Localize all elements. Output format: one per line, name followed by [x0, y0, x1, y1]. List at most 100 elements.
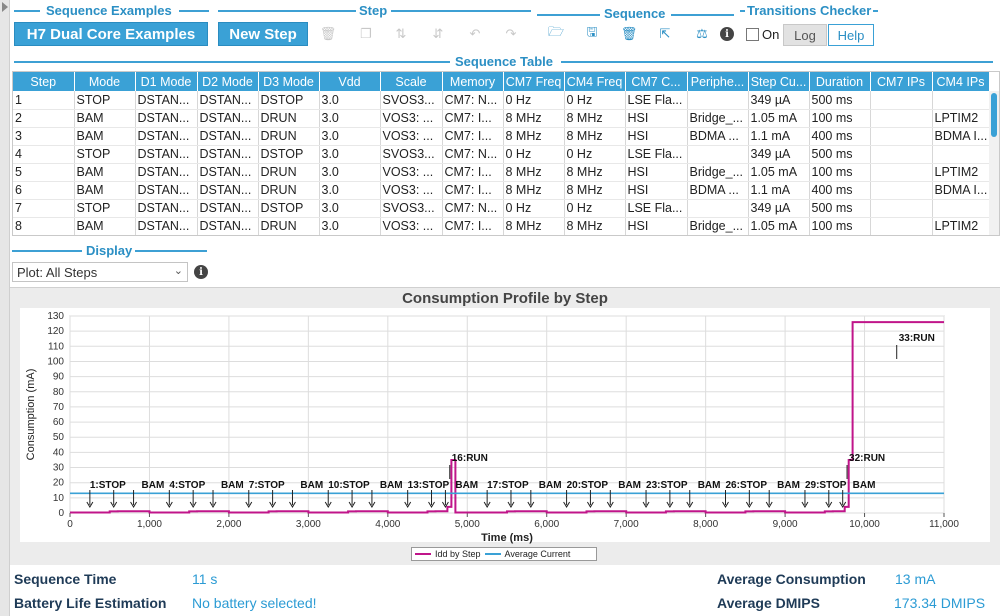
table-cell: CM7: I...: [442, 181, 504, 200]
table-row[interactable]: 2 BAM DSTAN... DSTAN... DRUN 3.0 VOS3: ... CM7:…: [13, 109, 990, 128]
info-icon[interactable]: i: [720, 27, 734, 41]
table-cell: 8 MHz: [503, 127, 565, 146]
table-row[interactable]: 3 BAM DSTAN... DSTAN... DRUN 3.0 VOS3: ... CM7:…: [13, 127, 990, 146]
table-cell: SVOS3...: [380, 199, 443, 218]
group-line: [12, 250, 82, 252]
table-cell: HSI: [625, 217, 688, 235]
transitions-checker-checkbox[interactable]: [746, 28, 759, 41]
legend-label-idd: Idd by Step: [435, 549, 481, 559]
scrollbar-thumb[interactable]: [991, 93, 997, 137]
collapse-gutter[interactable]: [0, 0, 10, 616]
table-row[interactable]: 1 STOP DSTAN... DSTAN... DSTOP 3.0 SVOS3... CM7…: [13, 91, 990, 110]
table-cell: DRUN: [258, 109, 320, 128]
group-line: [740, 10, 745, 12]
legend-swatch-idd: [415, 553, 431, 555]
table-cell: STOP: [74, 91, 136, 110]
table-cell: BDMA ...: [687, 127, 749, 146]
table-row[interactable]: 7 STOP DSTAN... DSTAN... DSTOP 3.0 SVOS3... CM7…: [13, 199, 990, 218]
table-vertical-scrollbar[interactable]: [989, 91, 999, 235]
column-header[interactable]: CM7 C...: [625, 72, 688, 91]
table-cell: BAM: [74, 163, 136, 182]
table-row[interactable]: 4 STOP DSTAN... DSTAN... DSTOP 3.0 SVOS3... CM7…: [13, 145, 990, 164]
table-row[interactable]: 6 BAM DSTAN... DSTAN... DRUN 3.0 VOS3: ... CM7:…: [13, 181, 990, 200]
table-cell: 0 Hz: [503, 91, 565, 110]
table-cell: 349 µA: [748, 199, 810, 218]
column-header[interactable]: D3 Mode: [258, 72, 320, 91]
duplicate-step-icon[interactable]: ❐: [358, 26, 374, 42]
column-header[interactable]: CM7 IPs: [870, 72, 933, 91]
delete-sequence-icon[interactable]: 🗑: [621, 26, 638, 42]
column-header[interactable]: D1 Mode: [135, 72, 198, 91]
column-header[interactable]: Periphe...: [687, 72, 749, 91]
table-cell: VOS3: ...: [380, 109, 443, 128]
redo-icon[interactable]: ↷: [503, 26, 519, 42]
table-cell: 7: [13, 199, 75, 218]
column-header[interactable]: CM4 IPs: [932, 72, 990, 91]
table-cell: CM7: I...: [442, 217, 504, 235]
column-header[interactable]: Memory: [442, 72, 504, 91]
export-icon[interactable]: ⇱: [657, 26, 673, 42]
examples-button[interactable]: H7 Dual Core Examples: [14, 22, 208, 46]
log-button[interactable]: Log: [783, 24, 827, 46]
column-header[interactable]: Vdd: [319, 72, 381, 91]
column-header[interactable]: Step: [13, 72, 75, 91]
group-title-display: Display: [86, 243, 133, 258]
table-row[interactable]: 5 BAM DSTAN... DSTAN... DRUN 3.0 VOS3: ... CM7:…: [13, 163, 990, 182]
table-cell: 349 µA: [748, 145, 810, 164]
table-row[interactable]: 8 BAM DSTAN... DSTAN... DRUN 3.0 VOS3: ... CM7:…: [13, 217, 990, 235]
table-cell: [870, 127, 933, 146]
move-up-icon[interactable]: ⇅: [393, 26, 409, 42]
group-line: [14, 10, 40, 12]
column-header[interactable]: Scale: [380, 72, 443, 91]
average-consumption-value: 13 mA: [895, 571, 936, 587]
table-cell: CM7: N...: [442, 91, 504, 110]
group-line: [561, 61, 993, 63]
table-cell: [687, 145, 749, 164]
table-cell: DSTAN...: [135, 109, 198, 128]
table-cell: 500 ms: [809, 145, 871, 164]
table-cell: BAM: [74, 217, 136, 235]
undo-icon[interactable]: ↶: [467, 26, 483, 42]
expand-arrow-icon[interactable]: [2, 2, 8, 12]
new-step-button[interactable]: New Step: [218, 22, 308, 46]
column-header[interactable]: CM4 Freq: [564, 72, 626, 91]
help-button[interactable]: Help: [828, 24, 874, 46]
save-icon[interactable]: 🖫: [584, 24, 600, 42]
table-cell: Bridge_...: [687, 163, 749, 182]
column-header[interactable]: Duration: [809, 72, 871, 91]
move-down-icon[interactable]: ⇵: [430, 26, 446, 42]
table-cell: 6: [13, 181, 75, 200]
table-cell: 3.0: [319, 217, 381, 235]
table-cell: 5: [13, 163, 75, 182]
table-cell: BDMA I...: [932, 181, 990, 200]
group-line: [671, 14, 734, 16]
battery-life-value: No battery selected!: [192, 595, 317, 611]
table-cell: [870, 91, 933, 110]
open-folder-icon[interactable]: 🗁: [548, 24, 564, 42]
group-line: [179, 10, 209, 12]
sequence-time-label: Sequence Time: [14, 571, 117, 587]
table-cell: CM7: I...: [442, 109, 504, 128]
column-header[interactable]: CM7 Freq: [503, 72, 565, 91]
column-header[interactable]: D2 Mode: [197, 72, 259, 91]
table-cell: DSTAN...: [135, 163, 198, 182]
column-header[interactable]: Mode: [74, 72, 136, 91]
table-cell: CM7: I...: [442, 163, 504, 182]
table-cell: STOP: [74, 145, 136, 164]
table-cell: 2: [13, 109, 75, 128]
display-info-icon[interactable]: i: [194, 265, 208, 279]
delete-step-icon[interactable]: 🗑: [320, 26, 337, 42]
table-cell: 1: [13, 91, 75, 110]
plot-select[interactable]: Plot: All Steps ⌄: [12, 262, 188, 282]
table-cell: 3.0: [319, 163, 381, 182]
power-consumption-calculator: Sequence Examples H7 Dual Core Examples …: [0, 0, 1002, 616]
compare-icon[interactable]: ⚖: [694, 26, 710, 42]
table-cell: LSE Fla...: [625, 91, 688, 110]
table-cell: BAM: [74, 127, 136, 146]
table-cell: 8: [13, 217, 75, 235]
table-cell: 100 ms: [809, 109, 871, 128]
table-cell: DSTAN...: [197, 145, 259, 164]
column-header[interactable]: Step Cu...: [748, 72, 810, 91]
table-cell: BAM: [74, 181, 136, 200]
table-cell: 0 Hz: [503, 199, 565, 218]
